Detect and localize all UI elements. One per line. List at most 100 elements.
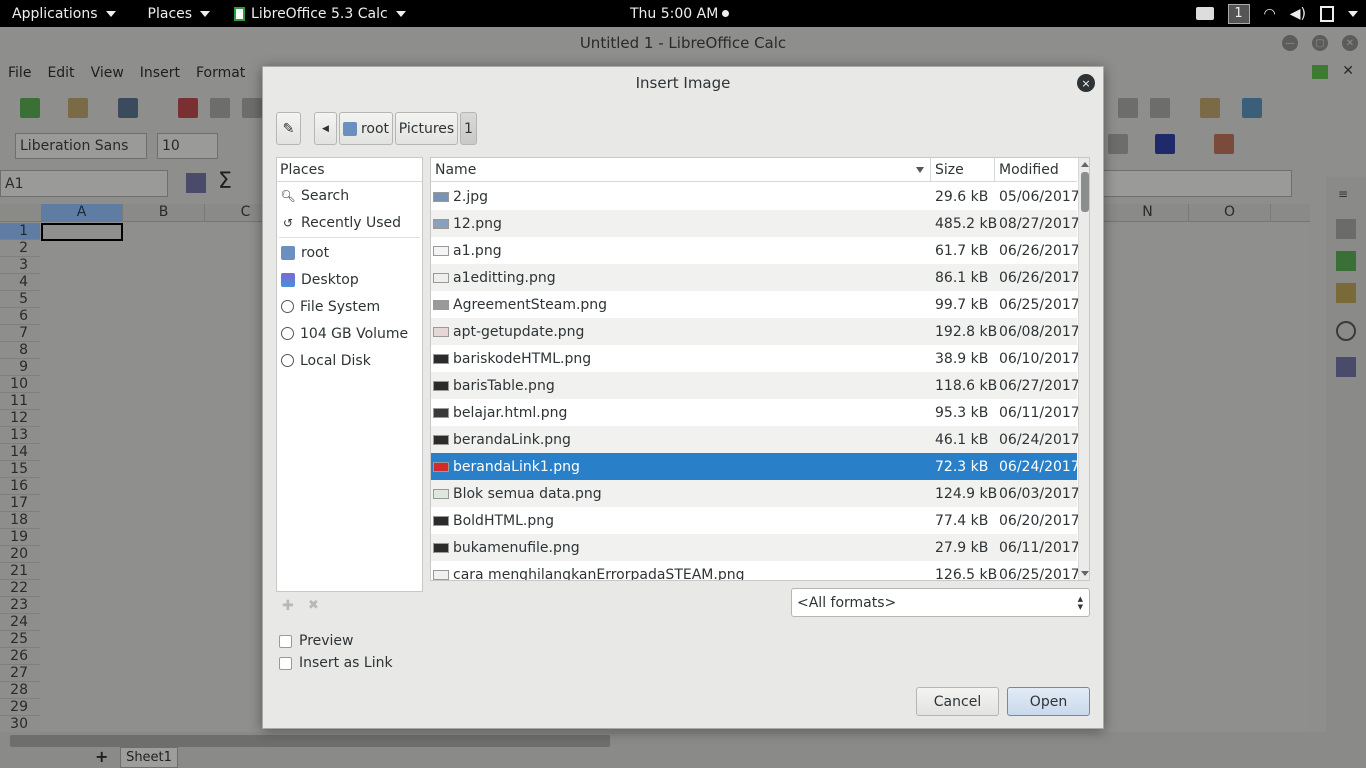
download-update-icon[interactable] bbox=[1312, 65, 1328, 79]
insert-as-link-checkbox[interactable]: Insert as Link bbox=[279, 655, 393, 671]
file-type-select[interactable]: <All formats> ▲ ▼ bbox=[791, 588, 1090, 617]
wifi-icon[interactable]: ◠ bbox=[1264, 6, 1276, 22]
file-row[interactable]: berandaLink.png 46.1 kB 06/24/2017 bbox=[431, 426, 1080, 453]
cancel-button[interactable]: Cancel bbox=[916, 687, 999, 716]
place-desktop[interactable]: Desktop bbox=[277, 266, 422, 293]
gallery-icon[interactable] bbox=[1336, 251, 1356, 271]
scroll-up-icon[interactable] bbox=[1081, 162, 1089, 167]
row-header[interactable]: 25 bbox=[0, 631, 40, 648]
file-row[interactable]: a1.png 61.7 kB 06/26/2017 bbox=[431, 237, 1080, 264]
print-icon[interactable] bbox=[210, 98, 230, 118]
workspace-indicator[interactable]: 1 bbox=[1227, 3, 1250, 24]
row-header[interactable]: 12 bbox=[0, 410, 40, 427]
borders-icon[interactable] bbox=[1108, 134, 1128, 154]
row-header[interactable]: 10 bbox=[0, 376, 40, 393]
new-spreadsheet-icon[interactable] bbox=[20, 98, 40, 118]
compass-icon[interactable] bbox=[1336, 321, 1356, 341]
breadcrumb-current[interactable]: 1 bbox=[460, 112, 477, 145]
row-header[interactable]: 2 bbox=[0, 240, 40, 257]
row-header[interactable]: 11 bbox=[0, 393, 40, 410]
row-header[interactable]: 14 bbox=[0, 444, 40, 461]
formula-input[interactable] bbox=[1100, 170, 1292, 197]
row-header[interactable]: 29 bbox=[0, 699, 40, 716]
function-wizard-icon[interactable] bbox=[186, 173, 206, 193]
file-row[interactable]: BoldHTML.png 77.4 kB 06/20/2017 bbox=[431, 507, 1080, 534]
row-header[interactable]: 9 bbox=[0, 359, 40, 376]
file-row[interactable]: barisTable.png 118.6 kB 06/27/2017 bbox=[431, 372, 1080, 399]
column-modified[interactable]: Modified bbox=[995, 158, 1077, 182]
menu-view[interactable]: View bbox=[83, 65, 132, 81]
row-header[interactable]: 5 bbox=[0, 291, 40, 308]
row-header[interactable]: 17 bbox=[0, 495, 40, 512]
row-header[interactable]: 21 bbox=[0, 563, 40, 580]
camera-icon[interactable] bbox=[1195, 7, 1214, 20]
file-row[interactable]: bukamenufile.png 27.9 kB 06/11/2017 bbox=[431, 534, 1080, 561]
freeze-rows-icon[interactable] bbox=[1200, 98, 1220, 118]
sum-icon[interactable]: Σ bbox=[218, 169, 232, 194]
chevron-down-icon[interactable] bbox=[1348, 10, 1358, 17]
column-name[interactable]: Name bbox=[431, 158, 931, 182]
vertical-scrollbar[interactable] bbox=[1078, 158, 1089, 580]
menu-file[interactable]: File bbox=[0, 65, 39, 81]
row-header[interactable]: 16 bbox=[0, 478, 40, 495]
scroll-down-icon[interactable] bbox=[1081, 571, 1089, 576]
row-header[interactable]: 15 bbox=[0, 461, 40, 478]
column-header-b[interactable]: B bbox=[123, 204, 205, 222]
navigator-icon[interactable] bbox=[1336, 283, 1356, 303]
row-header[interactable]: 18 bbox=[0, 512, 40, 529]
close-icon[interactable]: × bbox=[1077, 74, 1095, 92]
close-document-icon[interactable]: ✕ bbox=[1342, 63, 1354, 79]
export-pdf-icon[interactable] bbox=[178, 98, 198, 118]
row-header[interactable]: 20 bbox=[0, 546, 40, 563]
column-header-a[interactable]: A bbox=[41, 204, 123, 222]
file-row[interactable]: AgreementSteam.png 99.7 kB 06/25/2017 bbox=[431, 291, 1080, 318]
row-header[interactable]: 7 bbox=[0, 325, 40, 342]
row-header[interactable]: 24 bbox=[0, 614, 40, 631]
row-header[interactable]: 8 bbox=[0, 342, 40, 359]
close-icon[interactable]: ✕ bbox=[1342, 35, 1358, 51]
conditional-format-icon[interactable] bbox=[1214, 134, 1234, 154]
file-row[interactable]: a1editting.png 86.1 kB 06/26/2017 bbox=[431, 264, 1080, 291]
row-header[interactable]: 27 bbox=[0, 665, 40, 682]
place-104gb-volume[interactable]: 104 GB Volume bbox=[277, 320, 422, 347]
remove-bookmark-icon[interactable]: ✖ bbox=[308, 598, 319, 613]
file-row[interactable]: belajar.html.png 95.3 kB 06/11/2017 bbox=[431, 399, 1080, 426]
font-name-box[interactable]: Liberation Sans bbox=[15, 133, 147, 159]
open-folder-icon[interactable] bbox=[68, 98, 88, 118]
minimize-icon[interactable]: — bbox=[1282, 35, 1298, 51]
row-header[interactable]: 19 bbox=[0, 529, 40, 546]
maximize-icon[interactable]: ▢ bbox=[1312, 35, 1328, 51]
row-header[interactable]: 23 bbox=[0, 597, 40, 614]
name-box[interactable]: A1 bbox=[0, 170, 168, 197]
volume-icon[interactable]: ◀) bbox=[1290, 6, 1306, 22]
row-header[interactable]: 30 bbox=[0, 716, 40, 733]
properties-icon[interactable]: ≡ bbox=[1338, 187, 1348, 201]
breadcrumb-pictures[interactable]: Pictures bbox=[395, 112, 458, 145]
app-menu[interactable]: LibreOffice 5.3 Calc bbox=[228, 0, 412, 27]
row-header[interactable]: 3 bbox=[0, 257, 40, 274]
styles-icon[interactable] bbox=[1336, 219, 1356, 239]
print-preview-icon[interactable] bbox=[242, 98, 262, 118]
add-sheet-icon[interactable]: + bbox=[95, 747, 108, 766]
preview-checkbox[interactable]: Preview bbox=[279, 633, 354, 649]
row-header[interactable]: 26 bbox=[0, 648, 40, 665]
file-row[interactable]: berandaLink1.png 72.3 kB 06/24/2017 bbox=[431, 453, 1080, 480]
font-color-icon[interactable] bbox=[1155, 134, 1175, 154]
headers-icon[interactable] bbox=[1242, 98, 1262, 118]
file-row[interactable]: 2.jpg 29.6 kB 05/06/2017 bbox=[431, 183, 1080, 210]
place-local-disk[interactable]: Local Disk bbox=[277, 347, 422, 374]
scrollbar-thumb[interactable] bbox=[1081, 172, 1089, 212]
row-header[interactable]: 28 bbox=[0, 682, 40, 699]
column-header-n[interactable]: N bbox=[1107, 204, 1189, 222]
functions-icon[interactable] bbox=[1336, 357, 1356, 377]
open-button[interactable]: Open bbox=[1007, 687, 1090, 716]
battery-icon[interactable] bbox=[1320, 5, 1334, 22]
applications-menu[interactable]: Applications bbox=[6, 0, 122, 27]
row-header[interactable]: 13 bbox=[0, 427, 40, 444]
place-recently-used[interactable]: ↺ Recently Used bbox=[277, 209, 422, 236]
add-bookmark-icon[interactable]: ✚ bbox=[282, 598, 294, 614]
column-header-o[interactable]: O bbox=[1189, 204, 1271, 222]
row-header[interactable]: 4 bbox=[0, 274, 40, 291]
insert-table-icon[interactable] bbox=[1150, 98, 1170, 118]
type-location-button[interactable]: ✎ bbox=[276, 112, 301, 145]
